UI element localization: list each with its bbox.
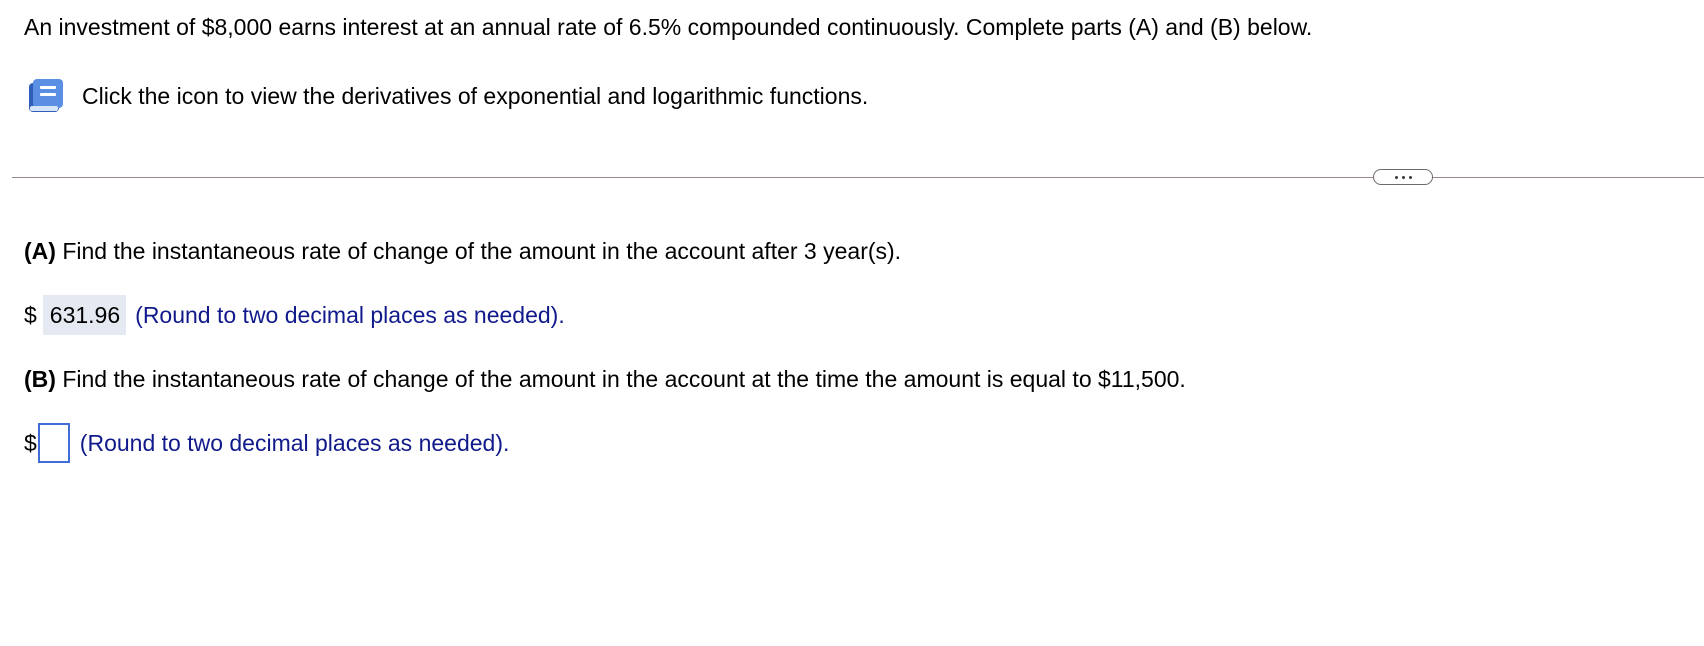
expand-more-button[interactable] [1373, 169, 1433, 185]
part-b-hint: (Round to two decimal places as needed). [79, 429, 510, 456]
part-b-answer-row: $ (Round to two decimal places as needed… [24, 423, 509, 463]
part-a-label: (A) [24, 238, 56, 264]
part-a-hint: (Round to two decimal places as needed). [135, 301, 565, 328]
ellipsis-icon [1394, 175, 1398, 179]
question-text: An investment of $8,000 earns interest a… [24, 14, 1313, 40]
part-b-label: (B) [24, 366, 56, 392]
part-a-answer-row: $ 631.96 (Round to two decimal places as… [24, 295, 565, 335]
ellipsis-icon [1408, 175, 1412, 179]
part-a-answer-value[interactable]: 631.96 [42, 295, 127, 335]
part-a-prompt: (A) Find the instantaneous rate of chang… [24, 236, 901, 266]
help-row: Click the icon to view the derivatives o… [26, 76, 868, 116]
part-b-text: Find the instantaneous rate of change of… [55, 366, 1186, 392]
question-page: An investment of $8,000 earns interest a… [0, 0, 1704, 646]
part-b-answer-input[interactable] [37, 423, 70, 463]
section-divider [12, 177, 1704, 178]
ellipsis-icon [1401, 175, 1405, 179]
help-link-text[interactable]: Click the icon to view the derivatives o… [82, 81, 868, 111]
part-a-currency: $ [24, 301, 37, 328]
part-b-currency: $ [24, 429, 37, 456]
part-b-prompt: (B) Find the instantaneous rate of chang… [24, 364, 1186, 394]
book-icon[interactable] [26, 76, 66, 116]
part-a-text: Find the instantaneous rate of change of… [55, 238, 902, 264]
